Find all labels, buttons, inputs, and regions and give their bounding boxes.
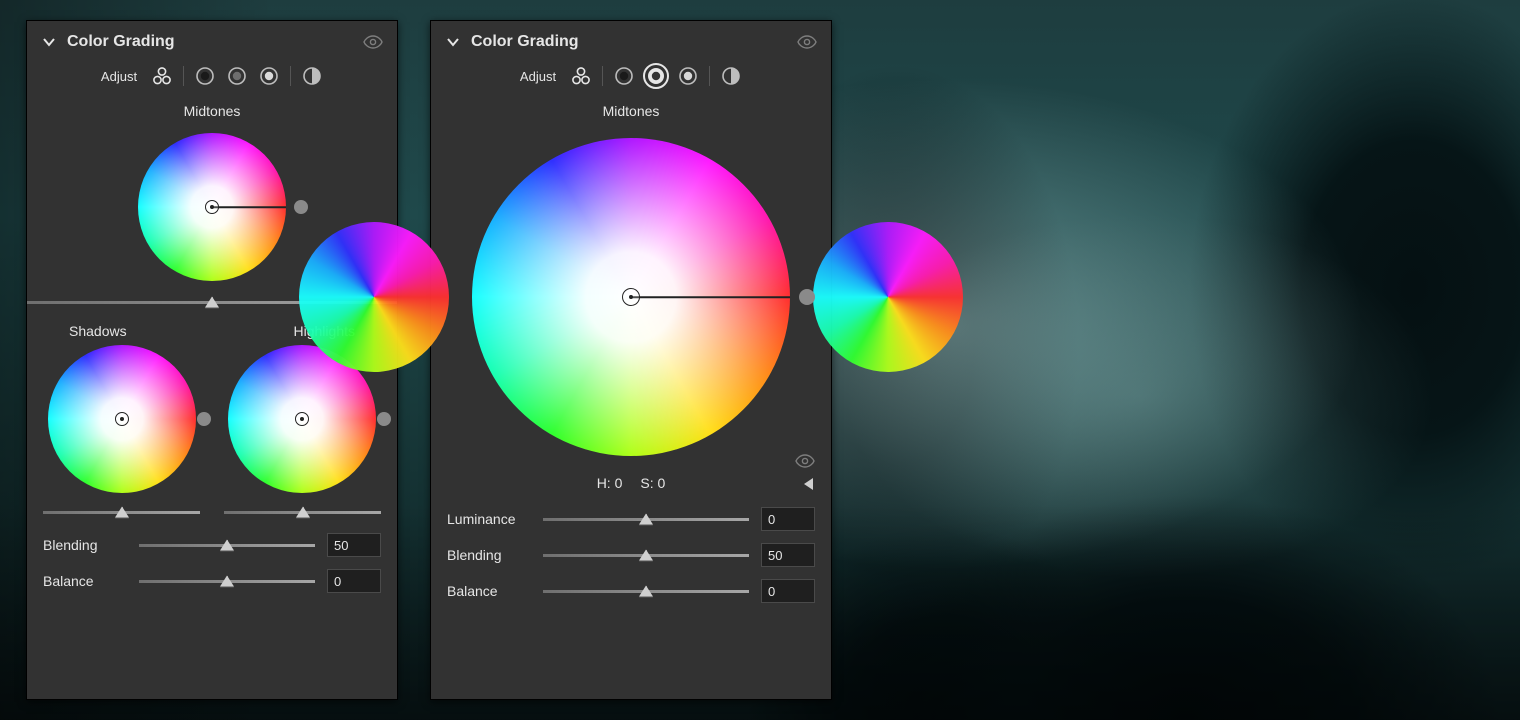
adjust-mode-row: Adjust	[27, 59, 397, 97]
color-grading-panel-detail: Color Grading Adjust Midtones	[430, 20, 832, 700]
midtones-wheel-pointer[interactable]	[205, 200, 219, 214]
panel-title: Color Grading	[471, 33, 579, 51]
midtones-color-wheel[interactable]	[138, 133, 286, 281]
panel-header: Color Grading	[27, 21, 397, 59]
adjust-mode-row: Adjust	[431, 59, 831, 97]
hue-sat-readout-row: H: 0 S: 0	[431, 467, 831, 501]
balance-row: Balance 0	[431, 573, 831, 609]
midtones-label: Midtones	[27, 97, 397, 127]
blending-label: Blending	[43, 537, 127, 553]
divider	[709, 66, 710, 86]
shadows-color-wheel[interactable]	[48, 345, 196, 493]
shadows-luminance-slider[interactable]	[43, 503, 200, 521]
shadows-hue-ring-knob[interactable]	[197, 412, 211, 426]
highlights-luminance-slider[interactable]	[224, 503, 381, 521]
adjust-mode-highlights-icon[interactable]	[677, 65, 699, 87]
panel-title: Color Grading	[67, 33, 175, 51]
adjust-label: Adjust	[520, 69, 556, 84]
adjust-mode-shadows-icon[interactable]	[613, 65, 635, 87]
divider	[290, 66, 291, 86]
midtones-label: Midtones	[431, 97, 831, 127]
blending-label: Blending	[447, 547, 531, 563]
dual-luminance-sliders	[27, 493, 397, 527]
shadows-wheel-pointer[interactable]	[115, 412, 129, 426]
dual-wheels-row	[27, 345, 397, 493]
blending-slider[interactable]	[543, 546, 749, 564]
balance-value-input[interactable]: 0	[761, 579, 815, 603]
hue-readout[interactable]: H: 0	[597, 475, 623, 491]
highlights-hue-ring-knob[interactable]	[377, 412, 391, 426]
balance-slider[interactable]	[139, 572, 315, 590]
shadows-label: Shadows	[69, 323, 127, 339]
balance-slider[interactable]	[543, 582, 749, 600]
prev-wheel-peek-icon[interactable]	[299, 222, 449, 372]
panel-header: Color Grading	[431, 21, 831, 59]
adjust-mode-global-icon[interactable]	[301, 65, 323, 87]
luminance-label: Luminance	[447, 511, 531, 527]
collapse-toggle-icon[interactable]	[41, 34, 57, 50]
midtones-hue-ring-knob[interactable]	[799, 289, 815, 305]
adjust-mode-shadows-icon[interactable]	[194, 65, 216, 87]
adjust-mode-three-way-icon[interactable]	[151, 65, 173, 87]
luminance-value-input[interactable]: 0	[761, 507, 815, 531]
next-wheel-peek-icon[interactable]	[813, 222, 963, 372]
midtones-hue-ring-knob[interactable]	[294, 200, 308, 214]
balance-label: Balance	[447, 583, 531, 599]
collapse-toggle-icon[interactable]	[445, 34, 461, 50]
midtones-wheel-container	[431, 127, 831, 467]
adjust-mode-global-icon[interactable]	[720, 65, 742, 87]
balance-label: Balance	[43, 573, 127, 589]
adjust-mode-midtones-icon[interactable]	[226, 65, 248, 87]
adjust-mode-highlights-icon[interactable]	[258, 65, 280, 87]
luminance-row: Luminance 0	[431, 501, 831, 537]
blending-slider[interactable]	[139, 536, 315, 554]
blending-value-input[interactable]: 50	[761, 543, 815, 567]
balance-row: Balance 0	[27, 563, 397, 599]
saturation-readout[interactable]: S: 0	[640, 475, 665, 491]
collapse-readout-icon[interactable]	[804, 478, 813, 490]
adjust-mode-midtones-icon[interactable]	[645, 65, 667, 87]
visibility-toggle-icon[interactable]	[797, 35, 817, 49]
blending-row: Blending 50	[27, 527, 397, 563]
divider	[183, 66, 184, 86]
balance-value-input[interactable]: 0	[327, 569, 381, 593]
luminance-slider[interactable]	[543, 510, 749, 528]
midtones-wheel-pointer[interactable]	[622, 288, 640, 306]
blending-value-input[interactable]: 50	[327, 533, 381, 557]
adjust-mode-three-way-icon[interactable]	[570, 65, 592, 87]
visibility-toggle-icon[interactable]	[363, 35, 383, 49]
divider	[602, 66, 603, 86]
highlights-wheel-pointer[interactable]	[295, 412, 309, 426]
adjust-label: Adjust	[101, 69, 137, 84]
blending-row: Blending 50	[431, 537, 831, 573]
midtones-color-wheel[interactable]	[472, 138, 790, 456]
